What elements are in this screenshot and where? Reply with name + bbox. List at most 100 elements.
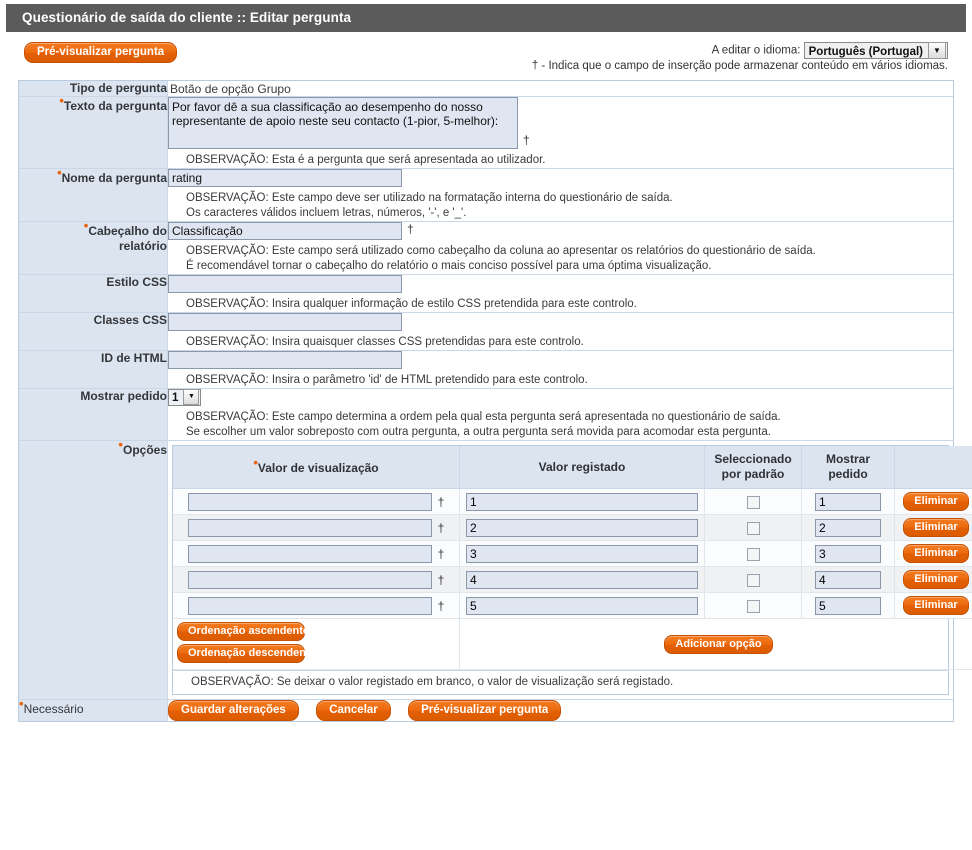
sort-ascending-button[interactable]: Ordenação ascendente [177, 622, 309, 641]
field-display-order: 1 ▼ OBSERVAÇÃO: Este campo determina a or… [167, 388, 953, 441]
delete-option-button[interactable]: Eliminar [903, 492, 969, 511]
row-display-order: Mostrar pedido 1 ▼ OBSERVAÇÃO: Este campo… [19, 388, 953, 441]
preview-question-button-top[interactable]: Pré-visualizar pergunta [24, 42, 178, 63]
option-stored-value-input[interactable] [466, 596, 698, 615]
delete-option-button[interactable]: Eliminar [903, 544, 969, 563]
field-question-text: † OBSERVAÇÃO: Esta é a pergunta que será… [167, 96, 953, 169]
label-question-name: •Nome da pergunta [19, 166, 168, 222]
question-type-value: Botão de opção Grupo [170, 82, 291, 96]
cell-display-value: † [173, 488, 460, 515]
option-display-value-input[interactable] [187, 596, 432, 615]
table-row: † Eliminar [173, 514, 972, 541]
label-options-text: Opções [122, 443, 167, 457]
cell-stored-value [459, 540, 705, 567]
report-header-dagger: † [407, 222, 414, 236]
option-selected-checkbox[interactable] [746, 573, 760, 587]
row-footer: •Necessário Guardar alterações Cancelar … [19, 697, 953, 721]
col-header-stored-value: Valor registado [459, 446, 705, 489]
question-text-textarea[interactable] [168, 97, 518, 149]
cell-selected-default [704, 488, 802, 515]
delete-option-button[interactable]: Eliminar [903, 518, 969, 537]
option-display-order-input[interactable] [815, 492, 881, 511]
cell-actions: Eliminar [894, 514, 972, 541]
cell-display-order [801, 514, 895, 541]
language-select[interactable]: Português (Portugal) ▼ [803, 42, 948, 59]
note-display-order-line2: Se escolher um valor sobreposto com outr… [186, 426, 771, 438]
option-display-value-input[interactable] [187, 570, 432, 589]
label-display-order: Mostrar pedido [19, 388, 168, 441]
option-selected-checkbox[interactable] [746, 495, 760, 509]
option-display-value-input[interactable] [187, 492, 432, 511]
table-row: † Eliminar [173, 540, 972, 567]
note-question-name: OBSERVAÇÃO: Este campo deve ser utilizad… [186, 191, 953, 221]
options-table: •Valor de visualização Valor registado S… [173, 446, 972, 670]
note-html-id: OBSERVAÇÃO: Insira o parâmetro 'id' de H… [186, 374, 588, 386]
option-stored-value-input[interactable] [466, 492, 698, 511]
note-question-text: OBSERVAÇÃO: Esta é a pergunta que será a… [186, 154, 546, 166]
option-dagger: † [437, 494, 445, 509]
cell-display-order [801, 592, 895, 619]
label-report-header-line2: relatório [118, 239, 167, 253]
display-order-select[interactable]: 1 ▼ [168, 389, 202, 406]
chevron-down-icon[interactable]: ▼ [928, 42, 946, 59]
preview-question-button-bottom[interactable]: Pré-visualizar pergunta [408, 700, 562, 721]
option-selected-checkbox[interactable] [746, 547, 760, 561]
label-question-type-text: Tipo de pergunta [69, 81, 167, 95]
cell-display-order [801, 540, 895, 567]
note-display-order-line1: OBSERVAÇÃO: Este campo determina a ordem… [186, 411, 781, 423]
sort-descending-button[interactable]: Ordenação descendente [177, 644, 316, 663]
table-row: † Eliminar [173, 592, 972, 619]
css-style-input[interactable] [168, 275, 402, 293]
option-display-value-input[interactable] [187, 544, 432, 563]
delete-option-button[interactable]: Eliminar [903, 596, 969, 615]
option-stored-value-input[interactable] [466, 518, 698, 537]
field-report-header: † OBSERVAÇÃO: Este campo será utilizado … [167, 221, 953, 275]
cancel-button[interactable]: Cancelar [316, 700, 391, 721]
question-name-input[interactable] [168, 169, 402, 187]
note-css-style: OBSERVAÇÃO: Insira qualquer informação d… [186, 298, 637, 310]
label-css-classes-text: Classes CSS [93, 313, 167, 327]
cell-stored-value [459, 592, 705, 619]
options-table-wrapper: •Valor de visualização Valor registado S… [172, 445, 972, 670]
label-question-text-text: Texto da pergunta [63, 99, 167, 113]
cell-actions: Eliminar [894, 592, 972, 619]
row-report-header: •Cabeçalho do relatório † OBSERVAÇÃO: Es… [19, 219, 953, 275]
option-display-order-input[interactable] [815, 518, 881, 537]
option-selected-checkbox[interactable] [746, 521, 760, 535]
css-classes-input[interactable] [168, 313, 402, 331]
row-question-text: •Texto da pergunta † OBSERVAÇÃO: Esta é … [19, 94, 953, 169]
label-css-classes: Classes CSS [19, 312, 168, 351]
row-question-type: Tipo de pergunta Botão de opção Grupo [19, 81, 953, 97]
option-stored-value-input[interactable] [466, 570, 698, 589]
html-id-input[interactable] [168, 351, 402, 369]
col-header-selected-default: Seleccionado por padrão [704, 446, 802, 489]
save-changes-button[interactable]: Guardar alterações [168, 700, 299, 721]
required-legend-text: Necessário [23, 702, 84, 716]
option-display-order-input[interactable] [815, 570, 881, 589]
label-html-id: ID de HTML [19, 350, 168, 389]
report-header-input[interactable] [168, 222, 402, 240]
option-selected-checkbox[interactable] [746, 599, 760, 613]
row-css-style: Estilo CSS OBSERVAÇÃO: Insira qualquer i… [19, 274, 953, 313]
footer-buttons: Guardar alterações Cancelar Pré-visualiz… [167, 699, 953, 721]
option-display-value-input[interactable] [187, 518, 432, 537]
language-label: A editar o idioma: [711, 44, 801, 57]
required-legend: •Necessário [19, 697, 168, 721]
option-stored-value-input[interactable] [466, 544, 698, 563]
option-display-order-input[interactable] [815, 544, 881, 563]
option-dagger: † [437, 598, 445, 613]
row-css-classes: Classes CSS OBSERVAÇÃO: Insira quaisquer… [19, 312, 953, 351]
cell-actions: Eliminar [894, 566, 972, 593]
option-display-order-input[interactable] [815, 596, 881, 615]
cell-selected-default [704, 540, 802, 567]
table-row: † Eliminar [173, 566, 972, 593]
delete-option-button[interactable]: Eliminar [903, 570, 969, 589]
row-html-id: ID de HTML OBSERVAÇÃO: Insira o parâmetr… [19, 350, 953, 389]
note-question-name-line1: OBSERVAÇÃO: Este campo deve ser utilizad… [186, 192, 673, 204]
cell-display-value: † [173, 514, 460, 541]
cell-display-value: † [173, 566, 460, 593]
cell-stored-value [459, 488, 705, 515]
chevron-down-icon[interactable]: ▼ [183, 389, 200, 405]
label-options: •Opções [19, 438, 168, 700]
add-option-button[interactable]: Adicionar opção [664, 634, 773, 654]
